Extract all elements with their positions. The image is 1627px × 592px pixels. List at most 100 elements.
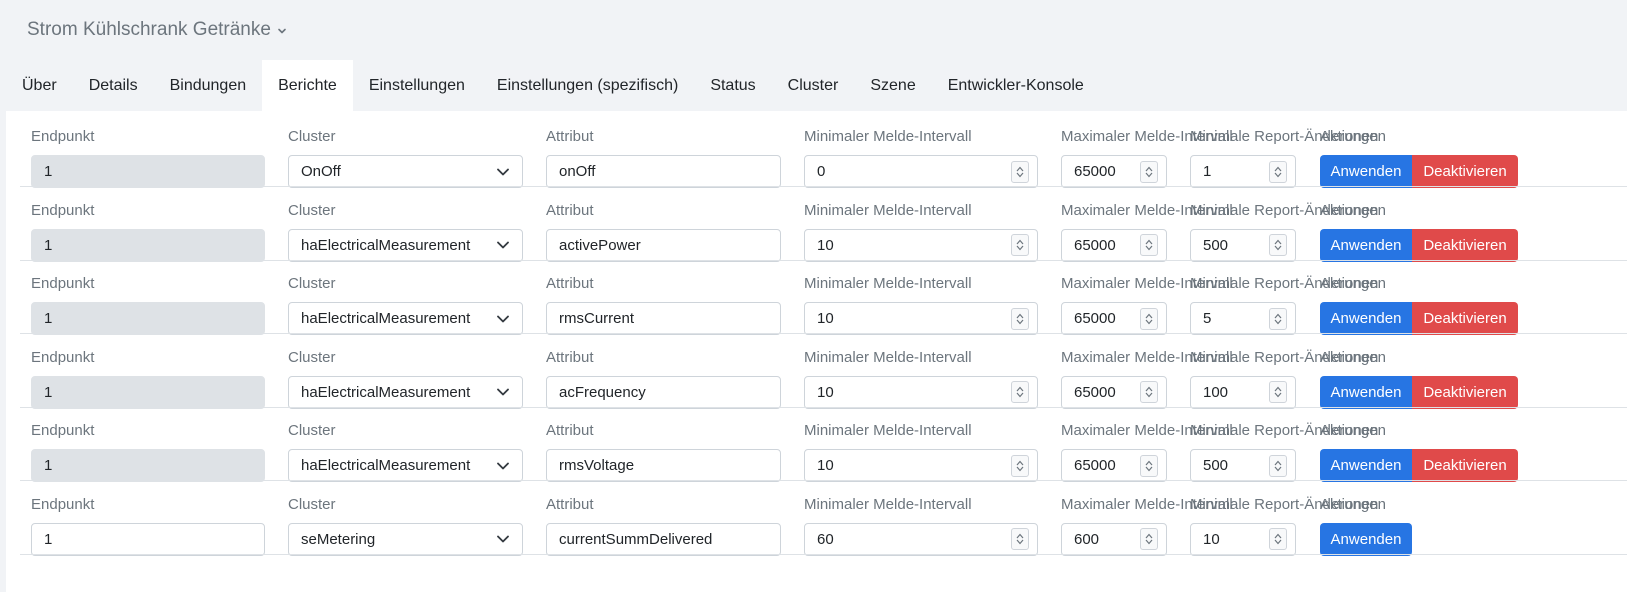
report-row: Endpunkt Cluster Attribut Minimaler Melde-I…	[6, 332, 1627, 409]
tab-einstellungen[interactable]: Einstellungen	[353, 60, 481, 111]
min-change-input[interactable]: 500	[1190, 449, 1296, 482]
stepper-icon[interactable]	[1269, 381, 1287, 403]
deactivate-button[interactable]: Deaktivieren	[1412, 449, 1518, 482]
max-interval-input[interactable]: 65000	[1061, 302, 1167, 335]
max-interval-input[interactable]: 600	[1061, 522, 1167, 556]
attribute-value: acFrequency	[559, 383, 646, 401]
endpoint-input: 1	[31, 449, 265, 482]
min-change-input[interactable]: 5	[1190, 302, 1296, 335]
attribute-input[interactable]: acFrequency	[546, 375, 781, 409]
field-label-attribute: Attribut	[546, 495, 594, 513]
cluster-select[interactable]: haElectricalMeasurement	[288, 375, 523, 409]
apply-button[interactable]: Anwenden	[1320, 228, 1412, 262]
cluster-value: OnOff	[301, 163, 341, 180]
min-interval-input[interactable]: 10	[804, 449, 1038, 482]
field-label-cluster: Cluster	[288, 348, 336, 366]
stepper-icon[interactable]	[1269, 454, 1287, 477]
stepper-icon[interactable]	[1140, 454, 1158, 477]
stepper-icon[interactable]	[1269, 160, 1287, 183]
max-interval-input[interactable]: 65000	[1061, 375, 1167, 409]
report-row: Endpunkt Cluster Attribut Minimaler Melde-I…	[6, 405, 1627, 482]
tab-berichte[interactable]: Berichte	[262, 60, 353, 111]
min-change-input[interactable]: 100	[1190, 375, 1296, 409]
stepper-icon[interactable]	[1269, 234, 1287, 256]
max-interval-input[interactable]: 65000	[1061, 449, 1167, 482]
min-interval-input[interactable]: 10	[804, 302, 1038, 335]
cluster-select[interactable]: OnOff	[288, 155, 523, 188]
apply-button[interactable]: Anwenden	[1320, 522, 1412, 556]
tab-entwickler-konsole[interactable]: Entwickler-Konsole	[932, 60, 1100, 111]
apply-button[interactable]: Anwenden	[1320, 155, 1412, 188]
tab-über[interactable]: Über	[6, 60, 73, 111]
stepper-icon[interactable]	[1140, 381, 1158, 403]
min-interval-input[interactable]: 10	[804, 228, 1038, 262]
field-label-actions: Aktionen	[1320, 128, 1379, 145]
attribute-input[interactable]: onOff	[546, 155, 781, 188]
endpoint-input: 1	[31, 155, 265, 188]
deactivate-button[interactable]: Deaktivieren	[1412, 228, 1518, 262]
tab-szene[interactable]: Szene	[854, 60, 931, 111]
field-label-attribute: Attribut	[546, 128, 594, 145]
apply-button[interactable]: Anwenden	[1320, 302, 1412, 335]
stepper-icon[interactable]	[1269, 307, 1287, 330]
min-change-input[interactable]: 500	[1190, 228, 1296, 262]
stepper-icon[interactable]	[1140, 160, 1158, 183]
field-label-attribute: Attribut	[546, 422, 594, 439]
stepper-icon[interactable]	[1140, 528, 1158, 550]
max-interval-input[interactable]: 65000	[1061, 155, 1167, 188]
min-interval-input-value: 10	[817, 310, 834, 327]
attribute-input[interactable]: currentSummDelivered	[546, 522, 781, 556]
field-label-min_interval: Minimaler Melde-Intervall	[804, 128, 972, 145]
stepper-icon[interactable]	[1011, 454, 1029, 477]
cluster-select[interactable]: seMetering	[288, 522, 523, 556]
stepper-icon[interactable]	[1011, 160, 1029, 183]
field-label-cluster: Cluster	[288, 201, 336, 219]
tab-details[interactable]: Details	[73, 60, 154, 111]
apply-button[interactable]: Anwenden	[1320, 449, 1412, 482]
stepper-icon[interactable]	[1140, 234, 1158, 256]
stepper-icon[interactable]	[1140, 307, 1158, 330]
field-label-endpoint: Endpunkt	[31, 275, 95, 292]
cluster-select[interactable]: haElectricalMeasurement	[288, 302, 523, 335]
chevron-down-icon	[497, 462, 509, 469]
min-change-input-value: 500	[1203, 457, 1229, 474]
deactivate-button[interactable]: Deaktivieren	[1412, 375, 1518, 409]
min-interval-input[interactable]: 0	[804, 155, 1038, 188]
stepper-icon[interactable]	[1011, 234, 1029, 256]
attribute-input[interactable]: rmsVoltage	[546, 449, 781, 482]
endpoint-input: 1	[31, 302, 265, 335]
tab-cluster[interactable]: Cluster	[772, 60, 855, 111]
min-interval-input[interactable]: 60	[804, 522, 1038, 556]
endpoint-input: 1	[31, 375, 265, 409]
attribute-input[interactable]: rmsCurrent	[546, 302, 781, 335]
deactivate-button[interactable]: Deaktivieren	[1412, 155, 1518, 188]
cluster-value: haElectricalMeasurement	[301, 236, 471, 254]
stepper-icon[interactable]	[1269, 528, 1287, 550]
field-label-actions: Aktionen	[1320, 495, 1379, 513]
min-change-input[interactable]: 1	[1190, 155, 1296, 188]
attribute-input[interactable]: activePower	[546, 228, 781, 262]
min-interval-input[interactable]: 10	[804, 375, 1038, 409]
tab-bindungen[interactable]: Bindungen	[154, 60, 263, 111]
endpoint-value: 1	[44, 457, 53, 474]
stepper-icon[interactable]	[1011, 381, 1029, 403]
chevron-down-icon	[278, 28, 286, 34]
cluster-select[interactable]: haElectricalMeasurement	[288, 449, 523, 482]
endpoint-input[interactable]: 1	[31, 522, 265, 556]
field-label-cluster: Cluster	[288, 128, 336, 145]
stepper-icon[interactable]	[1011, 528, 1029, 550]
tab-status[interactable]: Status	[694, 60, 771, 111]
deactivate-button[interactable]: Deaktivieren	[1412, 302, 1518, 335]
field-label-min_interval: Minimaler Melde-Intervall	[804, 348, 972, 366]
endpoint-value: 1	[44, 236, 53, 254]
stepper-icon[interactable]	[1011, 307, 1029, 330]
min-change-input[interactable]: 10	[1190, 522, 1296, 556]
tab-einstellungen-spezifisch[interactable]: Einstellungen (spezifisch)	[481, 60, 694, 111]
max-interval-input[interactable]: 65000	[1061, 228, 1167, 262]
attribute-value: rmsVoltage	[559, 457, 635, 474]
apply-button[interactable]: Anwenden	[1320, 375, 1412, 409]
device-selector[interactable]: Strom Kühlschrank Getränke	[27, 19, 287, 41]
endpoint-value: 1	[44, 383, 53, 401]
cluster-select[interactable]: haElectricalMeasurement	[288, 228, 523, 262]
endpoint-value: 1	[44, 530, 53, 548]
